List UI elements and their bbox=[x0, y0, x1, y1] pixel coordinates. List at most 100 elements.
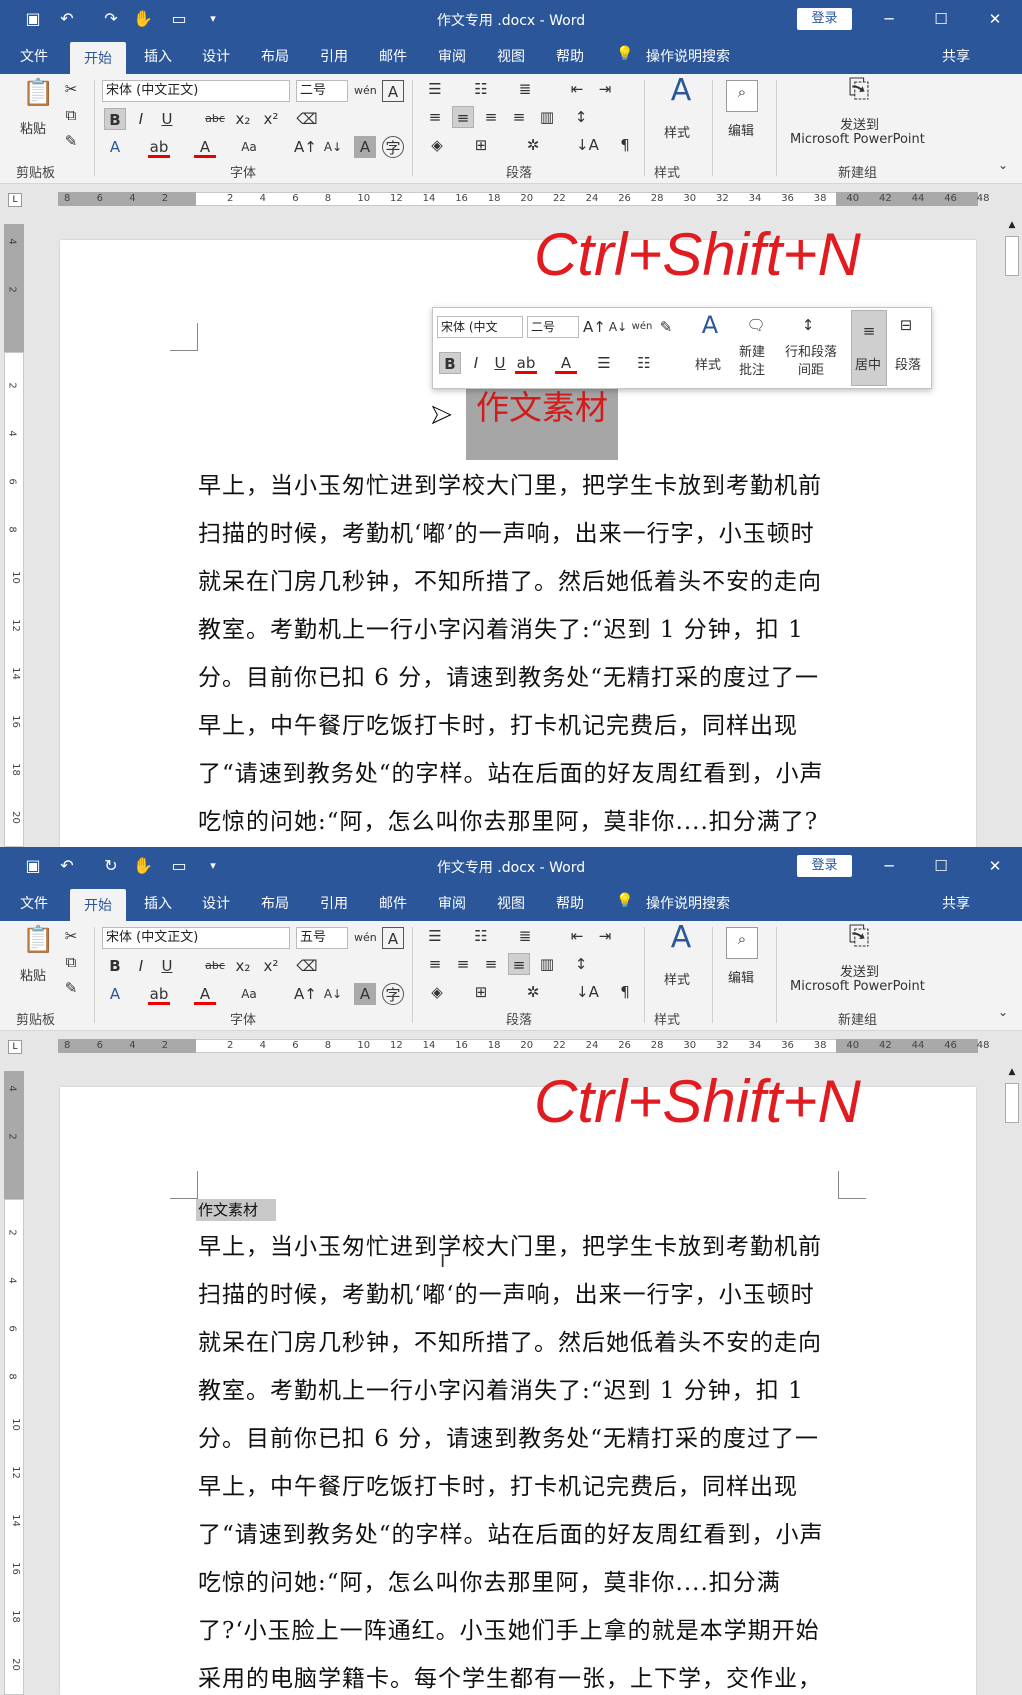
tell-me-search[interactable]: 操作说明搜索 bbox=[646, 46, 730, 66]
italic-button[interactable]: I bbox=[130, 108, 152, 130]
phonetic-guide-icon[interactable]: wén bbox=[354, 927, 377, 949]
edit-button-label[interactable]: 编辑 bbox=[728, 967, 754, 986]
sort-icon[interactable]: ↓A bbox=[576, 134, 599, 156]
cut-icon[interactable]: ✂ bbox=[60, 78, 82, 100]
share-button[interactable]: 共享 bbox=[942, 893, 970, 913]
login-button[interactable]: 登录 bbox=[797, 8, 852, 30]
multilevel-list-icon[interactable]: ≣ bbox=[514, 925, 536, 947]
mini-font-color-icon[interactable]: A bbox=[555, 352, 577, 374]
tab-review[interactable]: 审阅 bbox=[438, 46, 466, 66]
tab-design[interactable]: 设计 bbox=[202, 893, 230, 913]
align-left-icon[interactable]: ≡ bbox=[424, 106, 446, 128]
paste-label[interactable]: 粘贴 bbox=[20, 118, 46, 137]
character-border-icon[interactable]: A bbox=[382, 927, 404, 949]
styles-icon[interactable]: A bbox=[664, 76, 698, 114]
line-spacing-icon[interactable]: ↕ bbox=[570, 106, 592, 128]
grow-font-icon[interactable]: A↑ bbox=[294, 983, 317, 1005]
body-paragraph[interactable]: 早上，当小玉匆忙进到学校大门里，把学生卡放到考勤机前扫描的时候，考勤机‘嘟‘的一… bbox=[198, 1223, 838, 1695]
bold-button[interactable]: B bbox=[104, 108, 126, 130]
strikethrough-button[interactable]: abc bbox=[204, 108, 226, 130]
strikethrough-button[interactable]: abc bbox=[204, 955, 226, 977]
send-to-label[interactable]: 发送到 bbox=[840, 114, 879, 133]
mini-center-button[interactable]: ≡ bbox=[851, 310, 887, 386]
tab-view[interactable]: 视图 bbox=[497, 46, 525, 66]
tab-references[interactable]: 引用 bbox=[320, 893, 348, 913]
align-right-icon[interactable]: ≡ bbox=[480, 106, 502, 128]
clear-format-icon[interactable]: ⌫ bbox=[296, 108, 318, 130]
font-color-icon[interactable]: A bbox=[194, 136, 216, 158]
align-right-icon[interactable]: ≡ bbox=[480, 953, 502, 975]
mini-shrink-font-icon[interactable]: A↓ bbox=[607, 316, 629, 338]
subscript-button[interactable]: x₂ bbox=[232, 108, 254, 130]
tab-selector[interactable]: L bbox=[8, 193, 22, 207]
paste-icon[interactable]: 📋 bbox=[22, 80, 54, 114]
tab-file[interactable]: 文件 bbox=[20, 893, 48, 913]
edit-button-label[interactable]: 编辑 bbox=[728, 120, 754, 139]
increase-indent-icon[interactable]: ⇥ bbox=[594, 78, 616, 100]
format-painter-icon[interactable]: ✎ bbox=[60, 130, 82, 152]
text-effects-icon[interactable]: A bbox=[104, 983, 126, 1005]
send-to-ppt-icon[interactable]: ⎘ bbox=[842, 76, 876, 112]
scroll-thumb[interactable] bbox=[1005, 236, 1019, 276]
mini-font-combo[interactable]: 宋体 (中文 bbox=[437, 316, 523, 338]
justify-icon[interactable]: ≡ bbox=[508, 953, 530, 975]
mini-italic-button[interactable]: I bbox=[465, 352, 487, 374]
collapse-ribbon-icon[interactable]: ⌄ bbox=[992, 154, 1014, 176]
mini-styles-icon[interactable]: A bbox=[695, 313, 725, 344]
chinese-layout-icon[interactable]: ✲ bbox=[522, 981, 544, 1003]
mini-line-spacing-icon[interactable]: ↕ bbox=[797, 314, 819, 336]
align-center-icon[interactable]: ≡ bbox=[452, 953, 474, 975]
character-border-icon[interactable]: A bbox=[382, 80, 404, 102]
scroll-up-icon[interactable]: ▲ bbox=[1006, 220, 1018, 232]
numbering-icon[interactable]: ☷ bbox=[470, 925, 492, 947]
close-button[interactable]: ✕ bbox=[980, 853, 1010, 879]
italic-button[interactable]: I bbox=[130, 955, 152, 977]
mini-bold-button[interactable]: B bbox=[439, 352, 461, 374]
maximize-button[interactable]: ☐ bbox=[926, 853, 956, 879]
distributed-icon[interactable]: ▥ bbox=[536, 953, 558, 975]
send-to-ppt-icon[interactable]: ⎘ bbox=[842, 923, 876, 959]
find-icon[interactable]: ⌕ bbox=[726, 927, 758, 959]
mini-size-combo[interactable]: 二号 bbox=[527, 316, 579, 338]
bold-button[interactable]: B bbox=[104, 955, 126, 977]
superscript-button[interactable]: x² bbox=[260, 955, 282, 977]
phonetic-guide-icon[interactable]: wén bbox=[354, 80, 377, 102]
mini-phonetic-icon[interactable]: wén bbox=[631, 316, 653, 338]
close-button[interactable]: ✕ bbox=[980, 6, 1010, 32]
underline-button[interactable]: U bbox=[156, 108, 178, 130]
change-case-icon[interactable]: Aa bbox=[238, 136, 260, 158]
tab-help[interactable]: 帮助 bbox=[556, 893, 584, 913]
styles-button-label[interactable]: 样式 bbox=[664, 969, 690, 988]
tab-review[interactable]: 审阅 bbox=[438, 893, 466, 913]
copy-icon[interactable]: ⧉ bbox=[60, 951, 82, 973]
sort-icon[interactable]: ↓A bbox=[576, 981, 599, 1003]
login-button[interactable]: 登录 bbox=[797, 855, 852, 877]
body-paragraph[interactable]: 早上，当小玉匆忙进到学校大门里，把学生卡放到考勤机前扫描的时候，考勤机‘嘟’的一… bbox=[198, 462, 838, 846]
bullets-icon[interactable]: ☰ bbox=[424, 925, 446, 947]
font-name-combo[interactable]: 宋体 (中文正文) bbox=[102, 80, 290, 102]
mini-new-comment-label[interactable]: 新建 批注 bbox=[739, 344, 765, 380]
tab-home[interactable]: 开始 bbox=[70, 42, 126, 74]
maximize-button[interactable]: ☐ bbox=[926, 6, 956, 32]
vertical-scrollbar[interactable]: ▲ bbox=[1002, 1061, 1022, 1695]
tab-mailings[interactable]: 邮件 bbox=[379, 893, 407, 913]
styles-icon[interactable]: A bbox=[664, 923, 698, 961]
multilevel-list-icon[interactable]: ≣ bbox=[514, 78, 536, 100]
mini-paragraph-label[interactable]: 段落 bbox=[895, 354, 921, 373]
clear-format-icon[interactable]: ⌫ bbox=[296, 955, 318, 977]
superscript-button[interactable]: x² bbox=[260, 108, 282, 130]
chinese-layout-icon[interactable]: ✲ bbox=[522, 134, 544, 156]
change-case-icon[interactable]: Aa bbox=[238, 983, 260, 1005]
scroll-up-icon[interactable]: ▲ bbox=[1006, 1067, 1018, 1079]
heading-selected[interactable]: 作文素材 bbox=[466, 388, 618, 460]
mini-underline-button[interactable]: U bbox=[489, 352, 511, 374]
powerpoint-label[interactable]: Microsoft PowerPoint bbox=[790, 132, 925, 147]
mini-new-comment-icon[interactable]: 🗨 bbox=[745, 314, 767, 336]
share-button[interactable]: 共享 bbox=[942, 46, 970, 66]
enclose-characters-icon[interactable]: 字 bbox=[382, 136, 404, 158]
tell-me-search[interactable]: 操作说明搜索 bbox=[646, 893, 730, 913]
scroll-thumb[interactable] bbox=[1005, 1083, 1019, 1123]
borders-icon[interactable]: ⊞ bbox=[470, 981, 492, 1003]
find-icon[interactable]: ⌕ bbox=[726, 80, 758, 112]
show-marks-icon[interactable]: ¶ bbox=[614, 134, 636, 156]
